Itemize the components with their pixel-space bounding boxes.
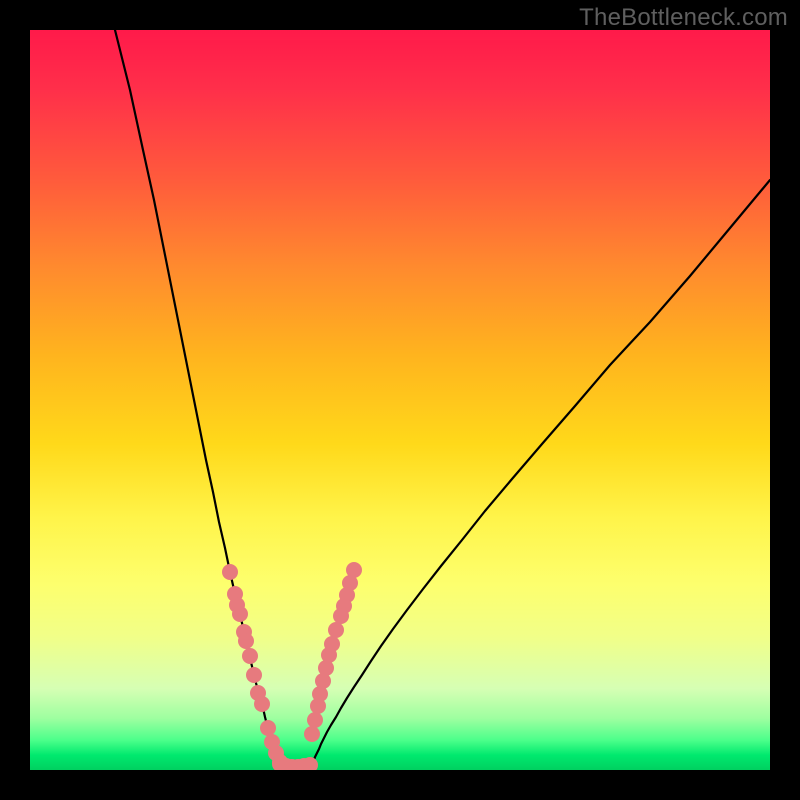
chart-frame: TheBottleneck.com: [0, 0, 800, 800]
watermark-text: TheBottleneck.com: [579, 4, 788, 32]
curve-overlay: [30, 30, 770, 770]
plot-area: [30, 30, 770, 770]
